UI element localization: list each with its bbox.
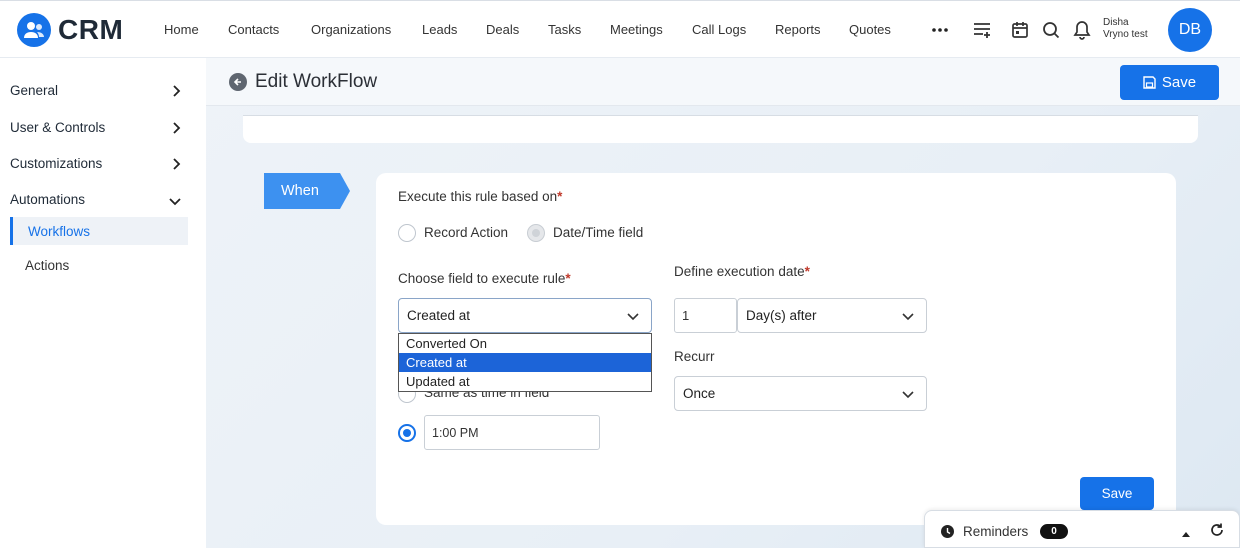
calendar-icon[interactable] [1009, 19, 1031, 41]
radio-date-time-field[interactable] [527, 224, 545, 242]
reminders-panel[interactable]: Reminders 0 [924, 510, 1240, 548]
field-option-converted-on[interactable]: Converted On [399, 334, 651, 353]
field-dropdown-list: Converted On Created at Updated at [398, 333, 652, 392]
sidebar-group-user-controls[interactable]: User & Controls [10, 120, 190, 135]
required-mark: * [565, 271, 571, 286]
field-select[interactable]: Created at [398, 298, 652, 333]
sidebar-group-label: User & Controls [10, 120, 106, 135]
user-name: Disha Vryno test [1103, 17, 1148, 41]
nav-meetings[interactable]: Meetings [610, 22, 663, 37]
execute-rule-label-text: Execute this rule based on [398, 189, 558, 204]
offset-unit-value: Day(s) after [746, 308, 817, 323]
caret-up-icon[interactable] [1181, 525, 1191, 543]
recurr-label: Recurr [674, 349, 715, 364]
filter-list-icon[interactable] [971, 19, 993, 41]
date-time-field-label: Date/Time field [553, 225, 644, 240]
required-mark: * [804, 264, 810, 279]
nav-quotes[interactable]: Quotes [849, 22, 891, 37]
nav-home[interactable]: Home [164, 22, 199, 37]
chevron-right-icon [172, 121, 182, 138]
settings-sidebar: General User & Controls Customizations A… [0, 58, 206, 548]
bell-icon[interactable] [1071, 19, 1093, 41]
offset-input[interactable]: 1 [674, 298, 737, 333]
user-name-line2: Vryno test [1103, 29, 1148, 40]
sidebar-group-label: Automations [10, 192, 86, 207]
define-date-label-text: Define execution date [674, 264, 805, 279]
when-tag: When [264, 173, 350, 209]
chevron-down-icon [627, 310, 639, 325]
sidebar-group-label: Customizations [10, 156, 103, 171]
sidebar-group-label: General [10, 83, 59, 98]
search-icon[interactable] [1040, 19, 1062, 41]
nav-contacts[interactable]: Contacts [228, 22, 279, 37]
nav-organizations[interactable]: Organizations [311, 22, 391, 37]
more-icon[interactable] [929, 19, 951, 41]
chevron-down-icon [902, 388, 914, 403]
main-content: Edit WorkFlow Save When Execute this rul… [206, 58, 1240, 548]
page-header: Edit WorkFlow Save [206, 58, 1240, 106]
when-card: Execute this rule based on* Record Actio… [376, 173, 1176, 525]
radio-record-action[interactable] [398, 224, 416, 242]
brand-name: CRM [58, 14, 124, 45]
clock-icon [940, 524, 955, 544]
nav-leads[interactable]: Leads [422, 22, 457, 37]
offset-unit-select[interactable]: Day(s) after [737, 298, 927, 333]
reminders-count-badge: 0 [1040, 524, 1068, 539]
save-icon [1143, 76, 1156, 89]
when-save-button[interactable]: Save [1080, 477, 1154, 510]
chevron-right-icon [172, 84, 182, 101]
previous-section-card [243, 115, 1198, 143]
sidebar-item-actions[interactable]: Actions [10, 251, 188, 279]
define-date-label: Define execution date* [674, 264, 810, 279]
reminders-label: Reminders [963, 524, 1029, 539]
user-name-line1: Disha [1103, 17, 1129, 28]
crm-logo[interactable]: CRM [17, 13, 123, 47]
field-option-created-at[interactable]: Created at [399, 353, 651, 372]
page-title: Edit WorkFlow [255, 71, 378, 92]
users-logo-icon [17, 13, 51, 47]
execute-rule-label: Execute this rule based on* [398, 189, 562, 204]
top-navigation-bar: CRM Home Contacts Organizations Leads De… [0, 0, 1240, 58]
sidebar-group-customizations[interactable]: Customizations [10, 156, 190, 171]
chevron-down-icon [902, 310, 914, 325]
sidebar-group-general[interactable]: General [10, 83, 190, 98]
sidebar-group-automations[interactable]: Automations [10, 192, 190, 207]
time-input[interactable]: 1:00 PM [424, 415, 600, 450]
radio-custom-time[interactable] [398, 424, 416, 442]
choose-field-label-text: Choose field to execute rule [398, 271, 566, 286]
save-button-label: Save [1161, 74, 1197, 91]
chevron-down-icon [168, 195, 182, 210]
record-action-label: Record Action [424, 225, 509, 240]
nav-reports[interactable]: Reports [775, 22, 821, 37]
sidebar-item-workflows[interactable]: Workflows [10, 217, 188, 245]
nav-deals[interactable]: Deals [486, 22, 519, 37]
field-select-value: Created at [407, 308, 471, 323]
chevron-right-icon [172, 157, 182, 174]
refresh-icon[interactable] [1209, 522, 1225, 543]
recurr-value: Once [683, 386, 716, 401]
field-option-updated-at[interactable]: Updated at [399, 372, 651, 391]
back-arrow-icon[interactable] [229, 73, 247, 91]
nav-tasks[interactable]: Tasks [548, 22, 581, 37]
choose-field-label: Choose field to execute rule* [398, 271, 571, 286]
required-mark: * [557, 189, 563, 204]
recurr-select[interactable]: Once [674, 376, 927, 411]
avatar[interactable]: DB [1168, 8, 1212, 52]
save-button[interactable]: Save [1120, 65, 1219, 100]
nav-call-logs[interactable]: Call Logs [692, 22, 746, 37]
